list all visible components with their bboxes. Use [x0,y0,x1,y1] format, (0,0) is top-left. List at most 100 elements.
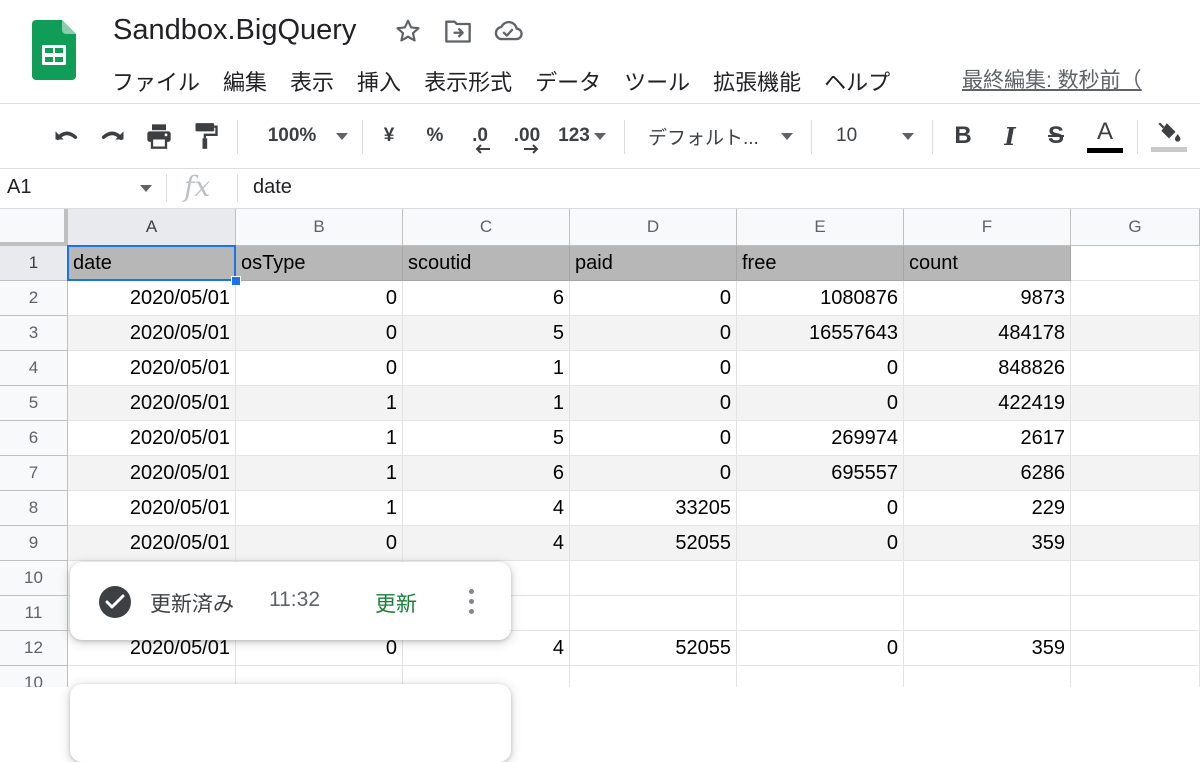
cell[interactable]: 2020/05/01 [68,281,236,316]
row-header[interactable]: 1 [0,246,68,281]
empty-cell[interactable] [1071,351,1200,386]
empty-cell[interactable] [1071,666,1200,687]
cell[interactable]: scoutid [403,246,570,281]
cloud-saved-icon[interactable] [493,16,523,46]
cell[interactable]: 52055 [570,526,737,561]
row-header[interactable]: 12 [0,631,68,666]
cell[interactable]: 0 [570,316,737,351]
increase-decimal-button[interactable]: .00 [509,104,545,168]
empty-cell[interactable] [1071,456,1200,491]
empty-cell[interactable] [1071,386,1200,421]
last-edit-link[interactable]: 最終編集: 数秒前（ [962,64,1142,94]
cell[interactable]: 0 [236,281,403,316]
cell[interactable]: 0 [737,526,904,561]
menu-tools[interactable]: ツール [624,65,690,97]
cell[interactable]: 422419 [904,386,1071,421]
cell[interactable]: 1080876 [737,281,904,316]
cell[interactable]: 4 [403,491,570,526]
empty-cell[interactable] [570,666,737,687]
menu-format[interactable]: 表示形式 [424,65,512,97]
row-header[interactable]: 5 [0,386,68,421]
cell[interactable]: date [68,246,236,281]
redo-icon[interactable] [95,104,131,168]
cell[interactable]: 2020/05/01 [68,386,236,421]
cell[interactable]: 6 [403,456,570,491]
empty-cell[interactable] [1071,596,1200,631]
cell[interactable]: 4 [403,526,570,561]
cell[interactable]: 0 [570,456,737,491]
empty-cell[interactable] [737,561,904,596]
select-all-corner[interactable] [0,209,68,246]
cell[interactable]: 16557643 [737,316,904,351]
row-header[interactable]: 2 [0,281,68,316]
cell[interactable]: 2020/05/01 [68,421,236,456]
document-title[interactable]: Sandbox.BigQuery [113,14,356,47]
cell[interactable]: 6286 [904,456,1071,491]
empty-cell[interactable] [737,666,904,687]
empty-cell[interactable] [904,666,1071,687]
column-header-a[interactable]: A [68,209,236,246]
cell[interactable]: 0 [737,631,904,666]
cell[interactable]: 848826 [904,351,1071,386]
percent-format-button[interactable]: % [421,104,449,168]
cell[interactable]: 359 [904,631,1071,666]
decrease-decimal-button[interactable]: .0 [463,104,497,168]
cell[interactable]: 5 [403,316,570,351]
italic-icon[interactable]: I [995,104,1025,168]
fill-color-icon[interactable] [1150,104,1188,168]
font-size-select[interactable]: 10 [836,104,920,168]
cell[interactable]: 2617 [904,421,1071,456]
empty-cell[interactable] [904,596,1071,631]
more-formats-button[interactable]: 123 [555,104,609,168]
cell[interactable]: 1 [403,351,570,386]
cell[interactable]: paid [570,246,737,281]
empty-cell[interactable] [1071,281,1200,316]
cell[interactable]: 484178 [904,316,1071,351]
menu-help[interactable]: ヘルプ [824,65,890,97]
paint-format-icon[interactable] [188,104,224,168]
cell[interactable]: 1 [236,421,403,456]
cell[interactable]: 33205 [570,491,737,526]
column-header-c[interactable]: C [403,209,570,246]
cell[interactable]: 5 [403,421,570,456]
column-header-e[interactable]: E [737,209,904,246]
cell[interactable]: osType [236,246,403,281]
refresh-button[interactable]: 更新 [375,588,417,618]
cell[interactable]: 2020/05/01 [68,351,236,386]
cell[interactable]: 2020/05/01 [68,456,236,491]
cell[interactable]: 0 [737,491,904,526]
cell[interactable]: count [904,246,1071,281]
star-icon[interactable] [393,16,423,46]
empty-cell[interactable] [1071,246,1200,281]
empty-cell[interactable] [1071,316,1200,351]
cell[interactable]: 2020/05/01 [68,526,236,561]
empty-cell[interactable] [904,561,1071,596]
cell[interactable]: 0 [236,316,403,351]
menu-extensions[interactable]: 拡張機能 [713,65,801,97]
cell[interactable]: 0 [236,351,403,386]
cell[interactable]: 359 [904,526,1071,561]
row-header[interactable]: 7 [0,456,68,491]
cell[interactable]: 0 [570,281,737,316]
empty-cell[interactable] [1071,631,1200,666]
empty-cell[interactable] [737,596,904,631]
cell[interactable]: 229 [904,491,1071,526]
empty-cell[interactable] [1071,561,1200,596]
cell[interactable]: 1 [236,456,403,491]
column-header-b[interactable]: B [236,209,403,246]
print-icon[interactable] [141,104,177,168]
row-header[interactable]: 9 [0,526,68,561]
sheets-logo[interactable] [32,20,76,80]
cell[interactable]: 52055 [570,631,737,666]
column-header-d[interactable]: D [570,209,737,246]
cell[interactable]: 0 [570,421,737,456]
cell[interactable]: 0 [570,386,737,421]
cell[interactable]: 1 [236,386,403,421]
row-header[interactable]: 8 [0,491,68,526]
column-header-f[interactable]: F [904,209,1071,246]
menu-view[interactable]: 表示 [290,65,334,97]
empty-cell[interactable] [1071,526,1200,561]
row-header[interactable]: 4 [0,351,68,386]
menu-edit[interactable]: 編集 [223,65,267,97]
font-family-select[interactable]: デフォルト... [648,104,798,168]
